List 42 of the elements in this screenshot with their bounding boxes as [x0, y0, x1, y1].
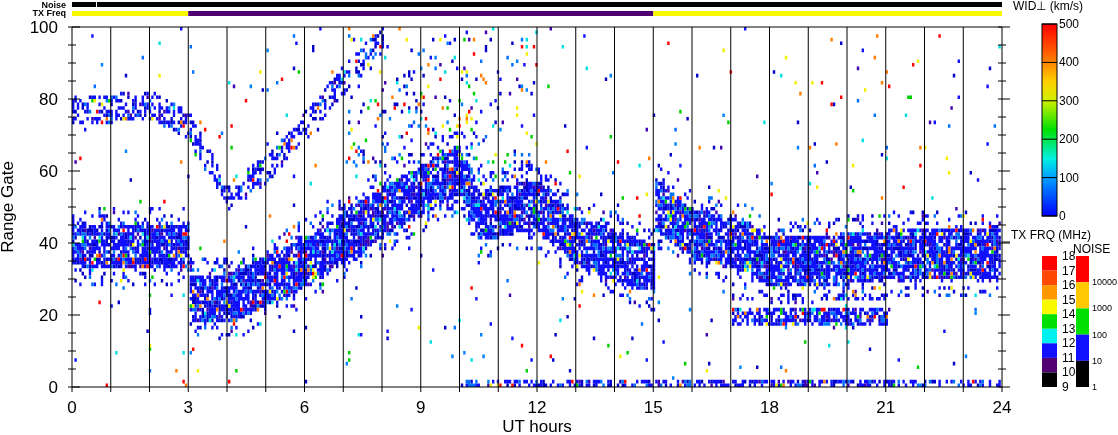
x-tick-label: 18	[760, 398, 779, 417]
noise-legend-label: 100	[1092, 329, 1108, 340]
tx-freq-legend-label: 16	[1062, 278, 1076, 293]
tx-freq-legend-label: 18	[1062, 249, 1076, 263]
width-legend-label: 100	[1059, 170, 1080, 185]
noise-label: Noise	[41, 0, 66, 10]
tx-freq-legend-label: 15	[1062, 292, 1076, 307]
x-tick-label: 3	[183, 398, 193, 417]
tx-freq-legend-label: 17	[1062, 263, 1076, 278]
width-legend-label: 500	[1059, 17, 1080, 31]
y-axis-label: Range Gate	[0, 161, 17, 253]
x-tick-label: 21	[876, 398, 896, 417]
y-tick-label: 40	[39, 234, 58, 253]
tx-freq-legend-title: TX FRQ (MHz)	[1011, 228, 1091, 242]
tx-freq-legend-label: 14	[1062, 307, 1076, 322]
width-legend-label: 0	[1059, 209, 1066, 223]
x-tick-label: 0	[67, 398, 77, 417]
x-tick-label: 24	[992, 398, 1012, 417]
tx-freq-label: TX Freq	[32, 8, 66, 18]
y-tick-label: 0	[48, 378, 58, 397]
x-tick-label: 6	[299, 398, 310, 417]
tx-freq-legend-label: 10	[1062, 365, 1076, 380]
width-legend-label: 400	[1059, 55, 1080, 70]
tx-freq-legend-label: 12	[1062, 336, 1076, 351]
x-axis-label: UT hours	[502, 417, 572, 435]
width-legend-label: 300	[1059, 93, 1080, 108]
tx-freq-legend-label: 13	[1062, 321, 1076, 336]
noise-legend-label: 1000	[1092, 303, 1113, 314]
y-tick-label: 60	[39, 162, 58, 181]
y-tick-label: 20	[39, 306, 58, 325]
x-tick-label: 9	[416, 398, 426, 417]
width-legend-title: WID⊥ (km/s)	[1013, 0, 1083, 13]
tx-freq-legend-label: 11	[1062, 350, 1075, 365]
y-tick-label: 80	[39, 90, 58, 109]
noise-legend-label: 10	[1092, 355, 1102, 366]
width-legend-label: 200	[1059, 132, 1080, 147]
noise-legend-label: 10000	[1092, 277, 1118, 288]
x-tick-label: 15	[643, 398, 663, 417]
noise-legend-label: 1	[1092, 382, 1097, 392]
tx-freq-legend-label: 9	[1062, 380, 1069, 394]
y-tick-label: 100	[29, 18, 58, 37]
x-tick-label: 12	[527, 398, 547, 417]
